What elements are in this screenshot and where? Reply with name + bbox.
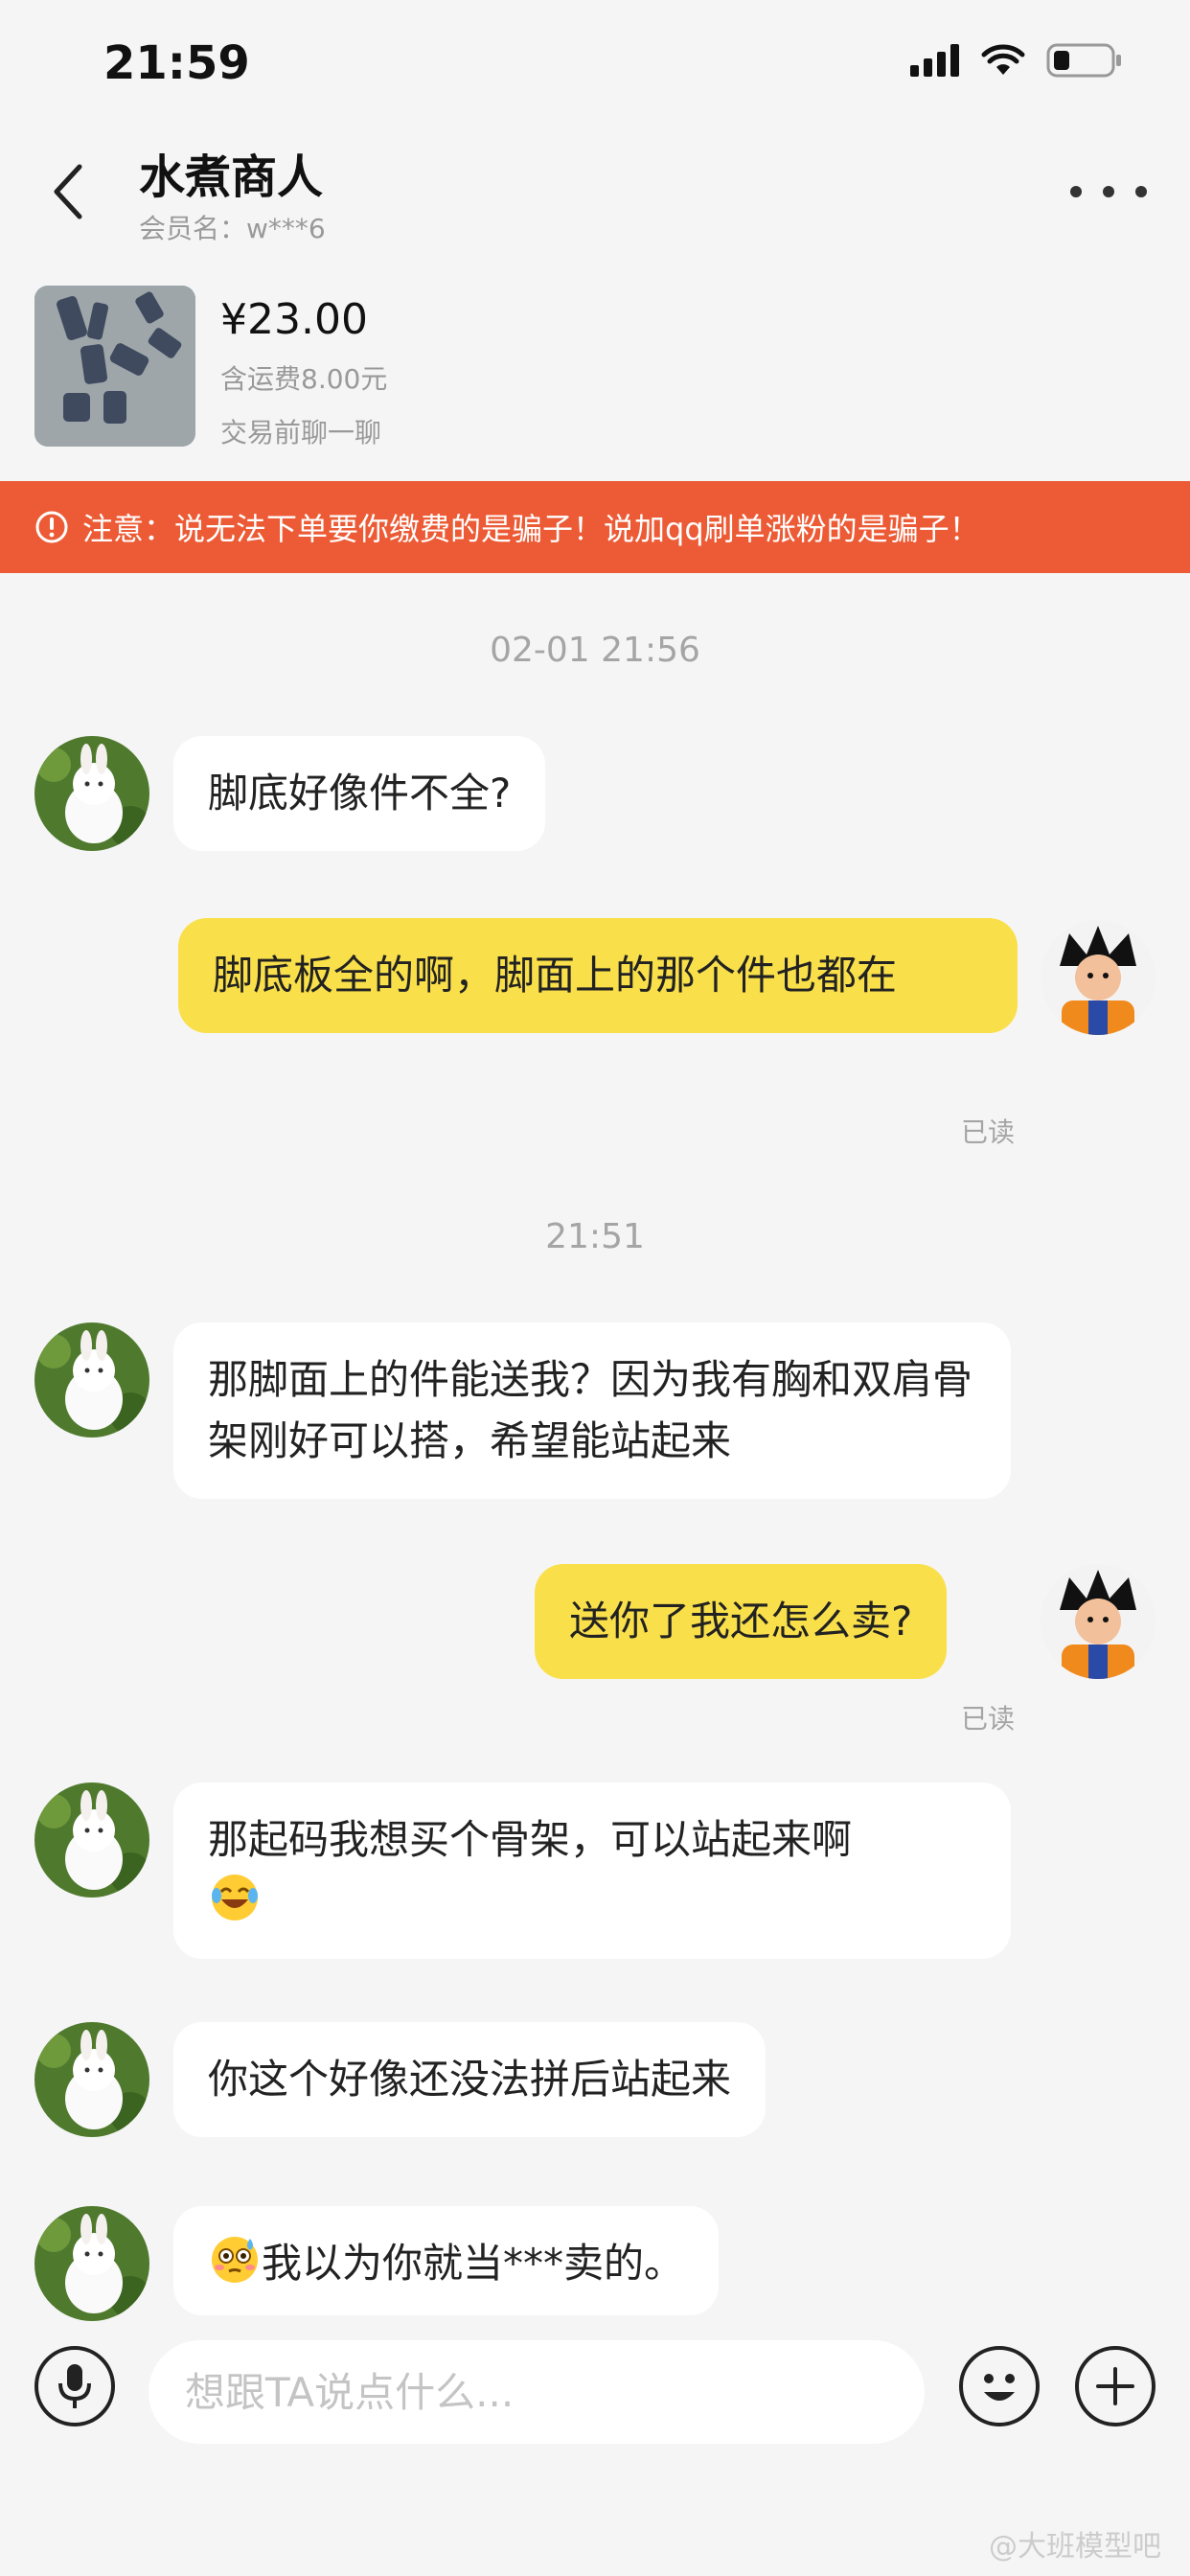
member-name: 会员名：w***6 bbox=[139, 213, 326, 244]
more-dot bbox=[1103, 186, 1114, 197]
message-text: 我以为你就当***卖的。 bbox=[262, 2240, 685, 2287]
message-bubble-sent[interactable]: 送你了我还怎么卖? bbox=[535, 1564, 948, 1679]
smiley-icon bbox=[984, 2374, 1015, 2401]
message-bubble-received[interactable]: 脚底好像件不全? bbox=[173, 736, 546, 851]
read-receipt: 已读 bbox=[961, 1116, 1016, 1148]
emoji-button[interactable] bbox=[959, 2346, 1040, 2426]
product-thumbnail[interactable] bbox=[34, 286, 195, 447]
rabbit-avatar-image bbox=[34, 736, 149, 851]
back-button[interactable] bbox=[38, 153, 96, 230]
chevron-left-icon bbox=[54, 164, 82, 219]
alert-circle-icon bbox=[35, 511, 68, 543]
message-input[interactable] bbox=[149, 2340, 925, 2444]
message-bubble-received[interactable]: 我以为你就当***卖的。 bbox=[173, 2206, 720, 2315]
battery-icon bbox=[1046, 43, 1121, 78]
more-options-button[interactable] bbox=[1070, 172, 1147, 211]
cartoon-avatar-image bbox=[1041, 920, 1156, 1035]
voice-input-button[interactable] bbox=[34, 2346, 115, 2426]
contact-avatar[interactable] bbox=[34, 1322, 149, 1438]
message-text: 那起码我想买个骨架，可以站起来啊 bbox=[208, 1816, 853, 1863]
rabbit-avatar-image bbox=[34, 1322, 149, 1438]
message-bubble-received[interactable]: 那起码我想买个骨架，可以站起来啊 bbox=[173, 1782, 1011, 1959]
read-receipt: 已读 bbox=[961, 1703, 1016, 1735]
contact-avatar[interactable] bbox=[34, 1782, 149, 1898]
laugh-cry-emoji-icon bbox=[212, 1874, 258, 1920]
product-price: ¥23.00 bbox=[220, 295, 368, 344]
chat-timestamp: 21:51 bbox=[545, 1217, 645, 1256]
more-actions-button[interactable] bbox=[1075, 2346, 1156, 2426]
product-image bbox=[34, 286, 195, 447]
flushed-emoji-icon bbox=[212, 2237, 258, 2283]
more-dot bbox=[1135, 186, 1147, 197]
microphone-icon bbox=[58, 2364, 91, 2408]
own-avatar[interactable] bbox=[1041, 1564, 1156, 1679]
contact-avatar[interactable] bbox=[34, 736, 149, 851]
contact-avatar[interactable] bbox=[34, 2022, 149, 2137]
cartoon-avatar-image bbox=[1041, 1564, 1156, 1679]
message-bubble-received[interactable]: 你这个好像还没法拼后站起来 bbox=[173, 2022, 767, 2137]
more-dot bbox=[1070, 186, 1082, 197]
scam-warning-banner: 注意：说无法下单要你缴费的是骗子！说加qq刷单涨粉的是骗子！ bbox=[0, 481, 1190, 573]
chat-input-bar bbox=[0, 2329, 1190, 2453]
wifi-icon bbox=[981, 44, 1025, 75]
plus-icon bbox=[1096, 2367, 1134, 2405]
rabbit-avatar-image bbox=[34, 2206, 149, 2321]
watermark: @大班模型吧 bbox=[989, 2530, 1161, 2564]
chat-timestamp: 02-01 21:56 bbox=[490, 631, 700, 670]
product-card[interactable]: ¥23.00 含运费8.00元 交易前聊一聊 bbox=[34, 286, 1156, 450]
message-bubble-received[interactable]: 那脚面上的件能送我？因为我有胸和双肩骨架刚好可以搭，希望能站起来 bbox=[173, 1322, 1011, 1499]
cellular-signal-icon bbox=[910, 44, 959, 77]
chat-header: 水煮商人 会员名：w***6 bbox=[0, 129, 1190, 264]
contact-avatar[interactable] bbox=[34, 2206, 149, 2321]
message-bubble-sent[interactable]: 脚底板全的啊，脚面上的那个件也都在 bbox=[178, 918, 1018, 1033]
contact-name: 水煮商人 bbox=[139, 150, 324, 204]
status-bar: 21:59 bbox=[0, 0, 1190, 129]
warning-text: 注意：说无法下单要你缴费的是骗子！说加qq刷单涨粉的是骗子！ bbox=[82, 511, 980, 547]
product-chat-hint: 交易前聊一聊 bbox=[220, 417, 382, 448]
rabbit-avatar-image bbox=[34, 1782, 149, 1898]
status-icons bbox=[910, 43, 1123, 78]
status-time: 21:59 bbox=[103, 36, 250, 90]
product-shipping: 含运费8.00元 bbox=[220, 363, 388, 395]
rabbit-avatar-image bbox=[34, 2022, 149, 2137]
own-avatar[interactable] bbox=[1041, 920, 1156, 1035]
